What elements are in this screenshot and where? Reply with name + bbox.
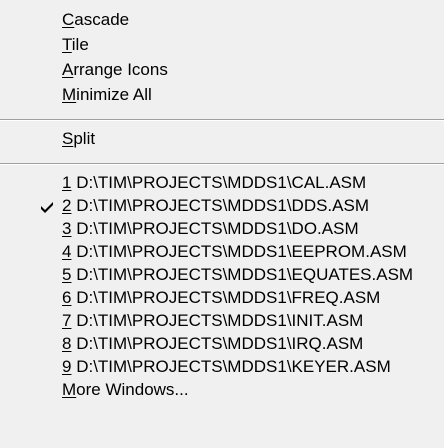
menu-item-label: ore Windows... <box>76 380 189 399</box>
menu-item-cascade[interactable]: Cascade <box>62 8 129 32</box>
mnemonic: M <box>62 380 77 399</box>
mnemonic: T <box>62 35 72 54</box>
menu-item-window-5[interactable]: 5 D:\TIM\PROJECTS\MDDS1\EQUATES.ASM <box>62 263 413 287</box>
menu-item-window-2[interactable]: 2 D:\TIM\PROJECTS\MDDS1\DDS.ASM <box>62 194 369 218</box>
menu-item-tile[interactable]: Tile <box>62 33 89 57</box>
menu-item-minimize-all[interactable]: Minimize All <box>62 83 152 107</box>
menu-item-label: D:\TIM\PROJECTS\MDDS1\FREQ.ASM <box>71 288 381 307</box>
menu-item-window-7[interactable]: 7 D:\TIM\PROJECTS\MDDS1\INIT.ASM <box>62 309 363 333</box>
menu-item-label: D:\TIM\PROJECTS\MDDS1\INIT.ASM <box>71 311 364 330</box>
mnemonic: C <box>62 10 75 29</box>
menu-item-label: D:\TIM\PROJECTS\MDDS1\EQUATES.ASM <box>71 265 414 284</box>
menu-item-window-4[interactable]: 4 D:\TIM\PROJECTS\MDDS1\EEPROM.ASM <box>62 240 407 264</box>
menu-item-split[interactable]: Split <box>62 127 95 151</box>
mnemonic: S <box>62 129 74 148</box>
menu-item-label: ascade <box>74 10 130 29</box>
menu-separator <box>0 119 444 121</box>
menu-item-window-3[interactable]: 3 D:\TIM\PROJECTS\MDDS1\DO.ASM <box>62 217 359 241</box>
menu-item-label: D:\TIM\PROJECTS\MDDS1\DO.ASM <box>71 219 359 238</box>
menu-item-label: inimize All <box>76 85 152 104</box>
menu-item-label: rrange Icons <box>73 60 168 79</box>
menu-item-window-8[interactable]: 8 D:\TIM\PROJECTS\MDDS1\IRQ.ASM <box>62 332 363 356</box>
menu-item-label: ile <box>71 35 89 54</box>
window-menu: Cascade Tile Arrange Icons Minimize All … <box>0 0 444 448</box>
menu-item-label: D:\TIM\PROJECTS\MDDS1\CAL.ASM <box>71 173 367 192</box>
menu-item-label: D:\TIM\PROJECTS\MDDS1\IRQ.ASM <box>71 334 364 353</box>
menu-item-window-1[interactable]: 1 D:\TIM\PROJECTS\MDDS1\CAL.ASM <box>62 171 366 195</box>
menu-separator <box>0 163 444 165</box>
menu-item-arrange-icons[interactable]: Arrange Icons <box>62 58 168 82</box>
checkmark-icon <box>41 202 53 213</box>
menu-item-label: plit <box>73 129 96 148</box>
menu-item-window-6[interactable]: 6 D:\TIM\PROJECTS\MDDS1\FREQ.ASM <box>62 286 380 310</box>
menu-item-label: D:\TIM\PROJECTS\MDDS1\DDS.ASM <box>71 196 369 215</box>
menu-item-label: D:\TIM\PROJECTS\MDDS1\KEYER.ASM <box>71 357 391 376</box>
mnemonic: M <box>62 85 77 104</box>
menu-item-label: D:\TIM\PROJECTS\MDDS1\EEPROM.ASM <box>71 242 407 261</box>
menu-item-window-9[interactable]: 9 D:\TIM\PROJECTS\MDDS1\KEYER.ASM <box>62 355 391 379</box>
mnemonic: A <box>62 60 74 79</box>
menu-item-more-windows[interactable]: More Windows... <box>62 378 189 402</box>
